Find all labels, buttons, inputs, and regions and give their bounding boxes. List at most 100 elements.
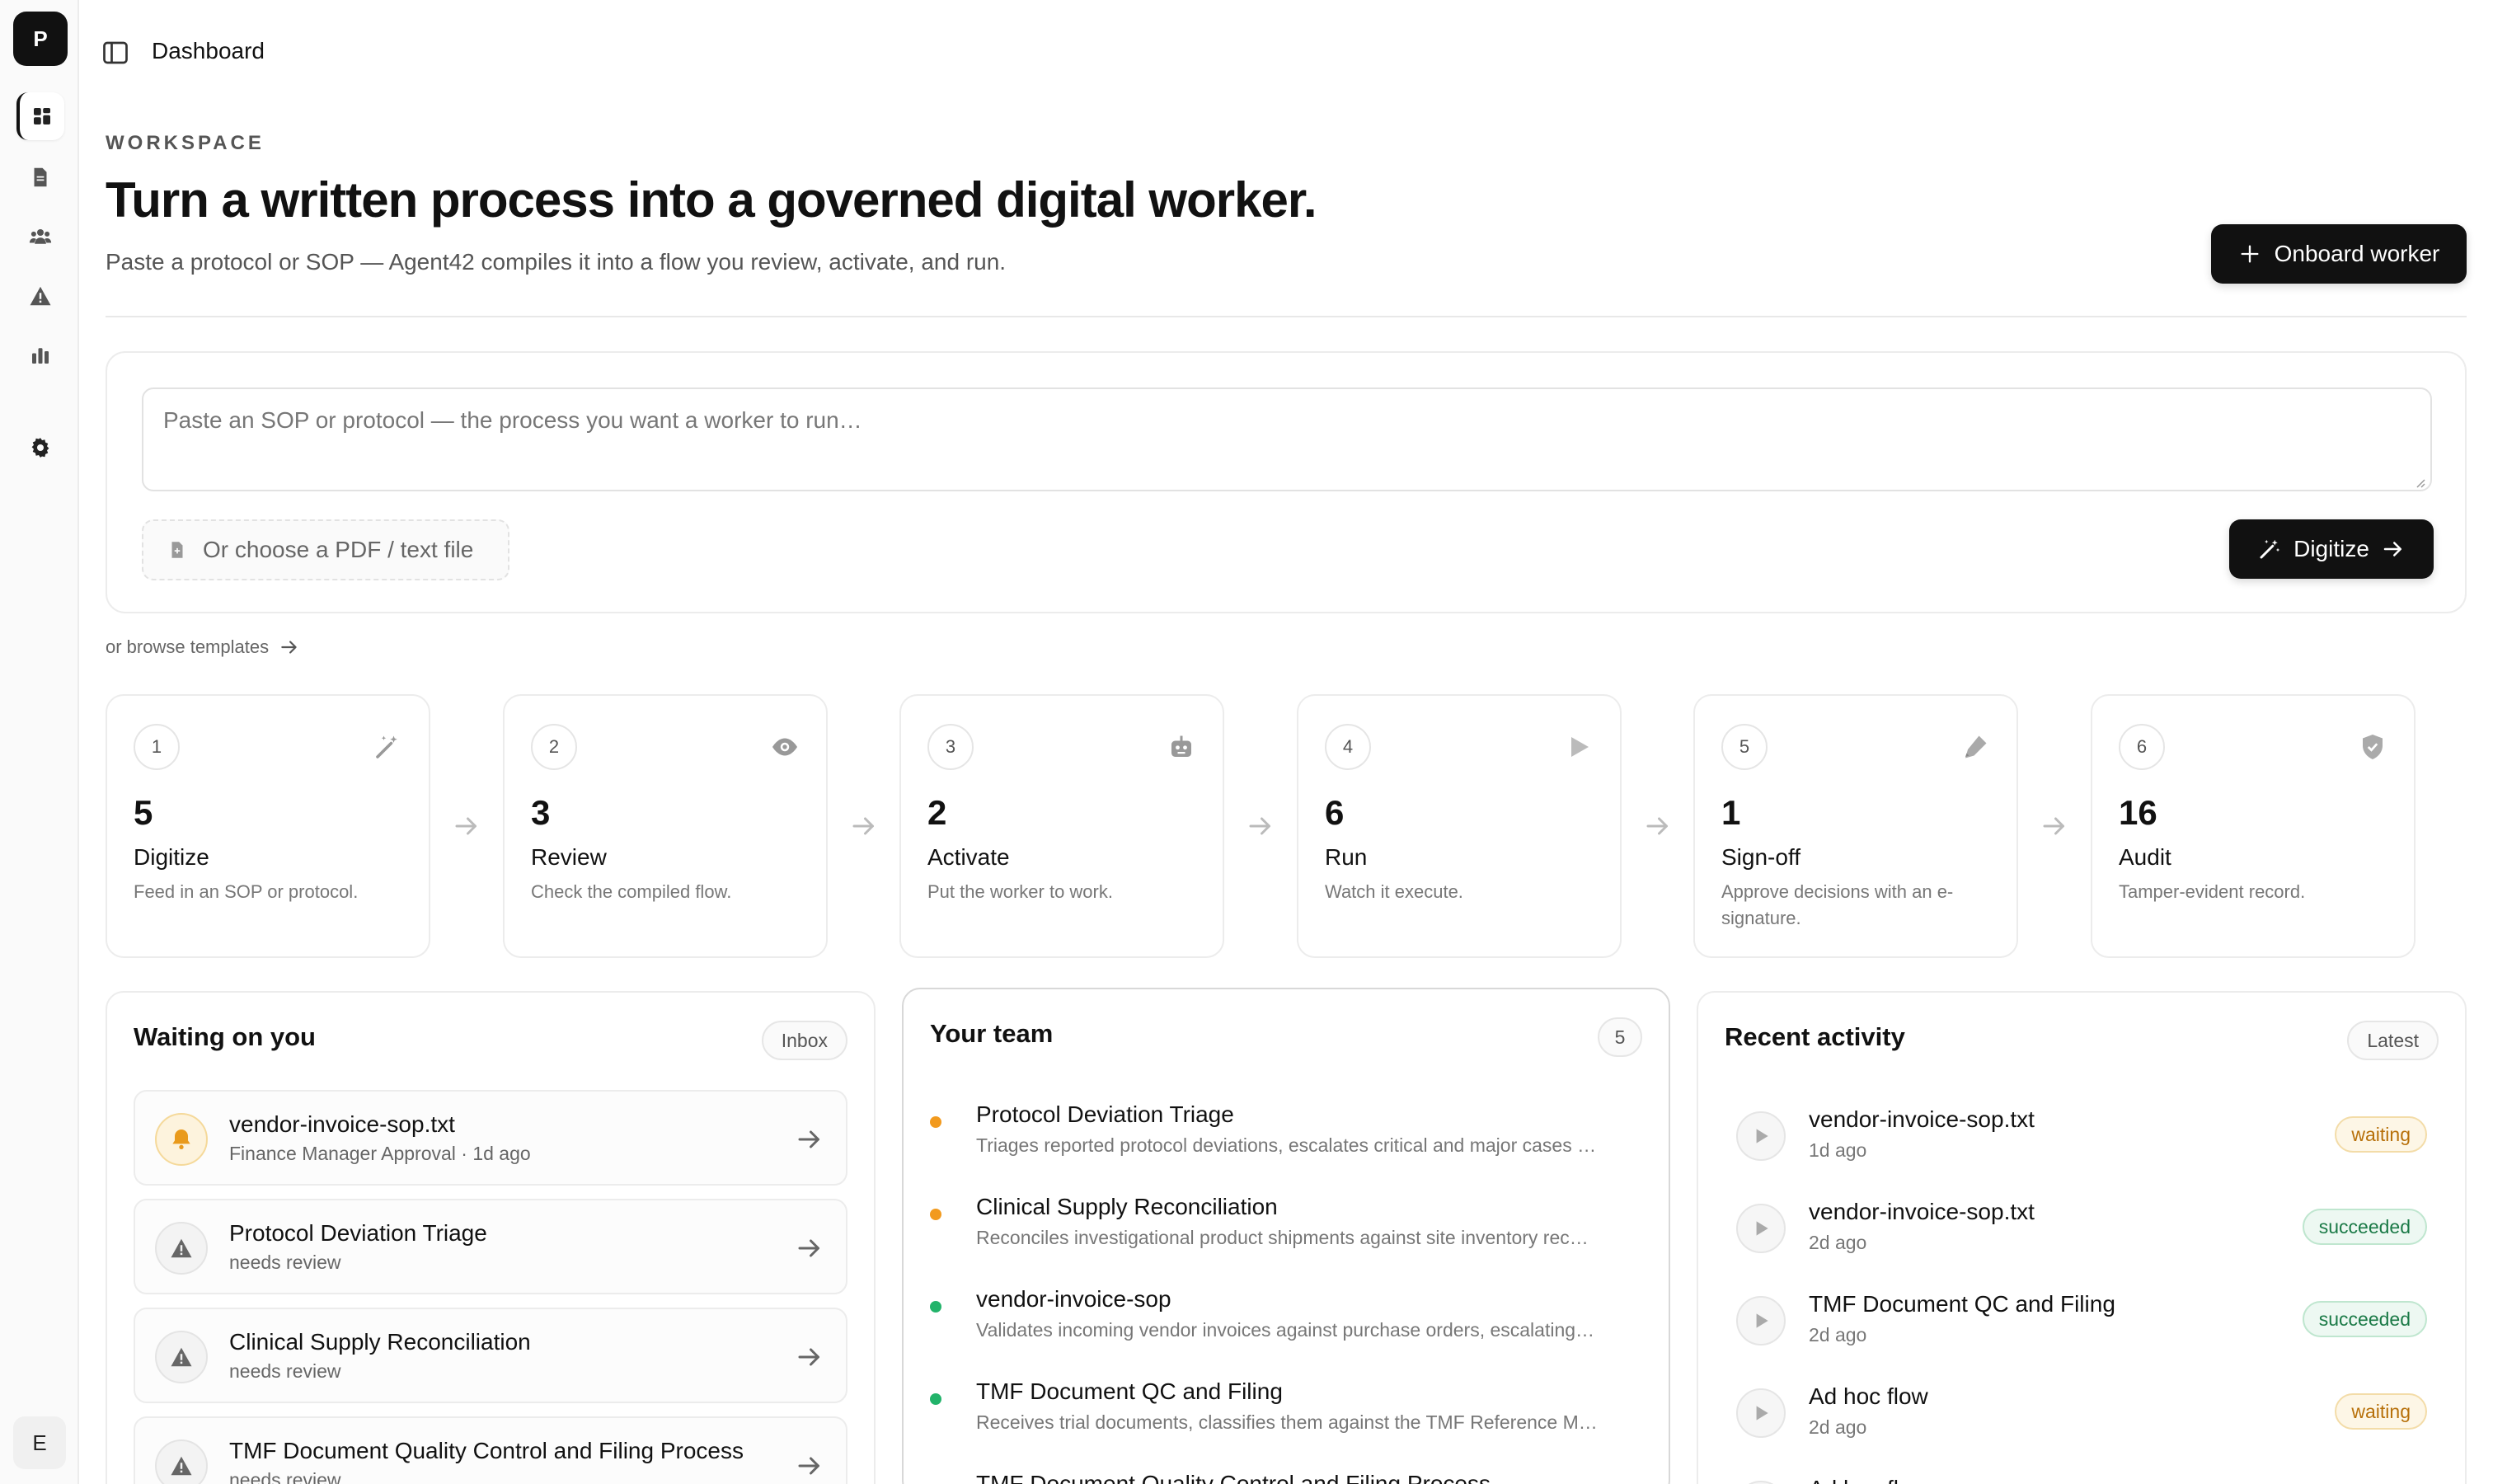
waiting-panel: Waiting on you Inbox vendor-invoice-sop.… <box>106 991 876 1484</box>
waiting-item[interactable]: vendor-invoice-sop.txt Finance Manager A… <box>134 1090 847 1186</box>
browse-templates-label: or browse templates <box>106 636 270 657</box>
step-number: 2 <box>531 724 577 770</box>
user-avatar[interactable]: E <box>13 1416 66 1469</box>
waiting-item[interactable]: Clinical Supply Reconciliation needs rev… <box>134 1308 847 1403</box>
status-dot <box>930 1301 941 1313</box>
waiting-item-subtitle: Finance Manager Approval · 1d ago <box>229 1143 531 1164</box>
step-description: Approve decisions with an e-signature. <box>1721 881 1954 928</box>
step-description: Tamper-evident record. <box>2119 881 2306 902</box>
status-dot <box>930 1116 941 1128</box>
status-badge: succeeded <box>2302 1301 2427 1337</box>
waiting-item-subtitle: needs review <box>229 1252 341 1273</box>
activity-item[interactable]: TMF Document QC and Filing 2d ago succee… <box>1725 1288 2439 1370</box>
arrow-right-icon <box>798 1348 819 1366</box>
activity-title: Ad hoc flow <box>1809 1476 1928 1484</box>
team-member-name: vendor-invoice-sop <box>976 1286 1171 1312</box>
step-count: 6 <box>1325 793 1345 832</box>
digitize-label: Digitize <box>2293 536 2369 561</box>
plus-icon <box>2241 245 2259 263</box>
panel-title: Your team <box>930 1019 1054 1048</box>
step-description: Put the worker to work. <box>927 881 1113 902</box>
warning-icon <box>155 1222 208 1275</box>
inbox-button[interactable]: Inbox <box>761 1021 847 1060</box>
eye-icon <box>772 738 797 756</box>
step-title: Digitize <box>134 844 209 870</box>
waiting-item-title: vendor-invoice-sop.txt <box>229 1111 455 1137</box>
panel-title: Waiting on you <box>134 1022 316 1051</box>
step-card-run[interactable]: 4 6 Run Watch it execute. <box>1297 694 1622 958</box>
workspace-logo[interactable]: P <box>13 12 68 66</box>
sop-textarea[interactable]: Paste an SOP or protocol — the process y… <box>142 387 2432 491</box>
magic-wand-icon <box>2260 539 2280 559</box>
waiting-item[interactable]: TMF Document Quality Control and Filing … <box>134 1416 847 1484</box>
composer-card: Paste an SOP or protocol — the process y… <box>106 351 2467 613</box>
status-badge: succeeded <box>2302 1209 2427 1245</box>
team-count-badge: 5 <box>1598 1017 1642 1057</box>
page-title: Turn a written process into a governed d… <box>106 172 1317 228</box>
step-card-sign-off[interactable]: 5 1 Sign-off Approve decisions with an e… <box>1693 694 2018 958</box>
document-icon[interactable] <box>16 153 64 201</box>
step-description: Watch it execute. <box>1325 881 1463 902</box>
team-member-description: Receives trial documents, classifies the… <box>976 1411 1598 1433</box>
activity-panel: Recent activity Latest vendor-invoice-so… <box>1697 991 2467 1484</box>
step-title: Audit <box>2119 844 2171 870</box>
status-badge: waiting <box>2335 1116 2427 1153</box>
latest-filter-button[interactable]: Latest <box>2347 1021 2439 1060</box>
play-icon <box>1736 1296 1786 1345</box>
play-icon <box>1736 1111 1786 1161</box>
activity-time: 2d ago <box>1809 1324 1867 1345</box>
arrow-right-icon <box>798 1130 819 1148</box>
step-card-digitize[interactable]: 1 5 Digitize Feed in an SOP or protocol. <box>106 694 430 958</box>
resize-grip-icon[interactable] <box>2414 477 2425 488</box>
browse-templates-link[interactable]: or browse templates <box>106 636 300 658</box>
divider <box>106 316 2467 317</box>
warning-icon <box>155 1439 208 1484</box>
gear-icon[interactable] <box>16 424 64 472</box>
choose-file-button[interactable]: Or choose a PDF / text file <box>142 519 509 580</box>
shield-icon <box>2363 735 2383 759</box>
team-member-name: Protocol Deviation Triage <box>976 1101 1234 1127</box>
step-number: 5 <box>1721 724 1768 770</box>
chart-icon[interactable] <box>16 331 64 379</box>
step-count: 2 <box>927 793 947 832</box>
dashboard-icon[interactable] <box>16 92 64 140</box>
robot-icon <box>1171 735 1191 757</box>
status-dot <box>930 1209 941 1220</box>
step-count: 16 <box>2119 793 2157 832</box>
play-icon <box>1736 1481 1786 1484</box>
step-description: Feed in an SOP or protocol. <box>134 881 359 902</box>
team-icon[interactable] <box>16 213 64 261</box>
onboard-worker-label: Onboard worker <box>2274 241 2440 266</box>
team-member-description: Triages reported protocol deviations, es… <box>976 1134 1597 1156</box>
waiting-item[interactable]: Protocol Deviation Triage needs review <box>134 1199 847 1294</box>
team-member-name: TMF Document Quality Control and Filing … <box>976 1471 1491 1484</box>
activity-item[interactable]: vendor-invoice-sop.txt 2d ago succeeded <box>1725 1195 2439 1278</box>
status-dot <box>930 1393 941 1405</box>
waiting-item-subtitle: needs review <box>229 1360 341 1382</box>
step-number: 3 <box>927 724 974 770</box>
step-number: 6 <box>2119 724 2165 770</box>
step-card-review[interactable]: 2 3 Review Check the compiled flow. <box>503 694 828 958</box>
team-member-name: TMF Document QC and Filing <box>976 1378 1283 1404</box>
file-icon <box>171 542 183 558</box>
team-member-description: Reconciles investigational product shipm… <box>976 1227 1589 1248</box>
activity-item[interactable]: Ad hoc flow waiting <box>1725 1472 2439 1484</box>
step-number: 4 <box>1325 724 1371 770</box>
step-card-audit[interactable]: 6 16 Audit Tamper-evident record. <box>2091 694 2416 958</box>
arrow-right-icon <box>1249 817 1270 835</box>
waiting-item-title: TMF Document Quality Control and Filing … <box>229 1438 744 1463</box>
warning-icon[interactable] <box>16 272 64 320</box>
digitize-button[interactable]: Digitize <box>2229 519 2434 579</box>
onboard-worker-button[interactable]: Onboard worker <box>2211 224 2467 284</box>
step-card-activate[interactable]: 3 2 Activate Put the worker to work. <box>899 694 1224 958</box>
activity-time: 2d ago <box>1809 1416 1867 1438</box>
warning-icon <box>155 1331 208 1383</box>
play-icon <box>1571 737 1589 757</box>
team-member-name: Clinical Supply Reconciliation <box>976 1194 1278 1219</box>
activity-item[interactable]: vendor-invoice-sop.txt 1d ago waiting <box>1725 1103 2439 1186</box>
magic-wand-icon <box>376 735 397 758</box>
sidebar-toggle-icon[interactable] <box>101 38 130 68</box>
activity-item[interactable]: Ad hoc flow 2d ago waiting <box>1725 1380 2439 1463</box>
step-title: Activate <box>927 844 1010 870</box>
step-title: Sign-off <box>1721 844 1800 870</box>
